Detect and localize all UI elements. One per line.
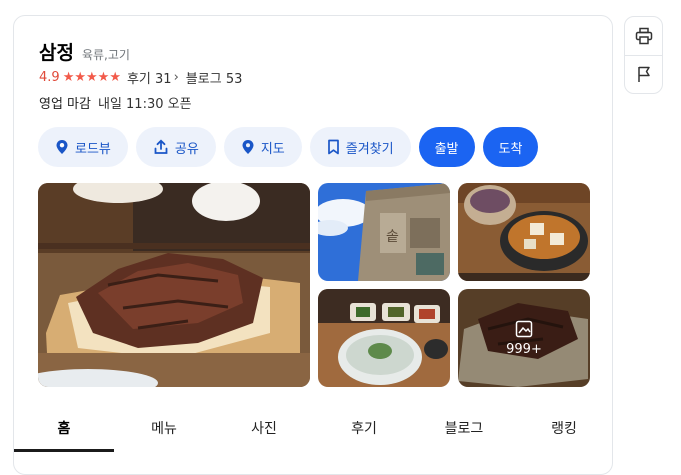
flag-icon [637,66,650,83]
blog-link[interactable]: 블로그 53 [186,68,243,87]
roadview-pin-icon [56,140,68,154]
blog-count: 53 [225,72,243,87]
map-button[interactable]: 지도 [223,127,302,167]
favorite-label: 즐겨찾기 [345,141,394,157]
grilled-beef-photo [38,183,310,387]
stew-photo [458,183,590,281]
rating-stars: ★ ★ ★ ★ ★ [63,71,121,84]
tab-reviews[interactable]: 후기 [314,404,414,452]
more-photos-count: 999+ [506,341,542,357]
report-button[interactable] [625,55,663,93]
chevron-right-icon: › [173,70,179,85]
star-icon: ★ [74,70,86,85]
cold-noodle-photo [318,289,450,387]
roadview-button[interactable]: 로드뷰 [38,127,128,167]
map-pin-icon [242,140,254,154]
title-row: 삼정 육류,고기 [39,38,130,65]
rating-row: 4.9 ★ ★ ★ ★ ★ 후기 31 › 블로그 53 [39,68,242,87]
photo-noodles[interactable] [318,289,450,387]
place-card: 삼정 육류,고기 4.9 ★ ★ ★ ★ ★ 후기 31 › 블로그 53 영업… [13,15,613,475]
section-tabs: 홈 메뉴 사진 후기 블로그 랭킹 [14,404,614,452]
arrive-button[interactable]: 도착 [482,127,539,167]
next-open-time: 내일 11:30 오픈 [97,97,192,112]
place-title: 삼정 [39,42,74,64]
map-label: 지도 [260,141,285,157]
more-photos-overlay: 999+ [458,289,590,387]
star-icon: ★ [86,70,98,85]
tab-home[interactable]: 홈 [14,404,114,452]
reviews-count: 31 [155,72,172,87]
star-icon: ★ [109,70,121,85]
tab-photos[interactable]: 사진 [214,404,314,452]
reviews-label: 후기 [126,72,151,87]
printer-icon [635,27,652,44]
arrive-label: 도착 [498,141,523,157]
tab-ranking[interactable]: 랭킹 [514,404,614,452]
blog-label: 블로그 [185,72,222,87]
photo-exterior[interactable]: 솥 [318,183,450,281]
depart-button[interactable]: 출발 [418,127,475,167]
bookmark-icon [327,139,339,155]
building-photo: 솥 [318,183,450,281]
share-label: 공유 [174,141,199,157]
print-button[interactable] [625,17,663,55]
side-actions [624,16,663,94]
depart-label: 출발 [434,141,459,157]
share-button[interactable]: 공유 [135,127,216,167]
reviews-link[interactable]: 후기 31 [127,68,172,87]
tab-menu[interactable]: 메뉴 [114,404,214,452]
star-icon: ★ [62,70,75,85]
open-status: 영업 마감 [39,97,91,112]
roadview-label: 로드뷰 [75,141,111,157]
photo-stew[interactable] [458,183,590,281]
gallery-icon [515,320,533,337]
star-icon: ★ [97,70,110,85]
share-icon [154,139,168,154]
hours-row: 영업 마감 내일 11:30 오픈 [39,93,192,112]
photo-more[interactable]: 999+ [458,289,590,387]
action-buttons: 로드뷰 공유 지도 즐겨찾기 출발 도착 [38,127,546,167]
rating-value: 4.9 [39,70,60,85]
svg-text:솥: 솥 [386,229,399,245]
photo-main[interactable] [38,183,310,387]
favorite-button[interactable]: 즐겨찾기 [309,127,411,167]
tab-blog[interactable]: 블로그 [414,404,514,452]
place-category: 육류,고기 [81,48,130,62]
